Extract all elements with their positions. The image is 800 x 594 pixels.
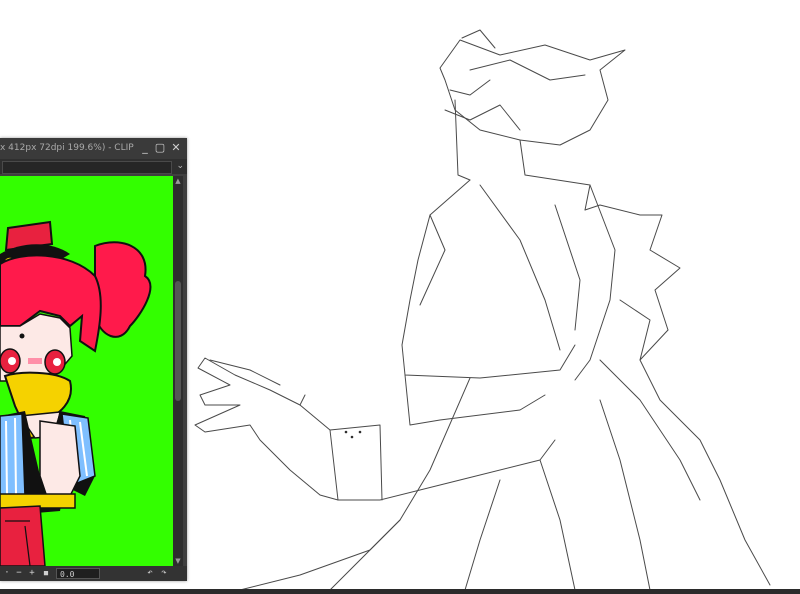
bottom-status-strip	[0, 589, 800, 594]
reference-sub-window[interactable]: x 412px 72dpi 199.6%) - CLIP _ ▢ ✕ ⌄ ▲ ▼…	[0, 138, 187, 581]
zoom-in-button[interactable]: +	[26, 566, 38, 581]
zoom-slider-icon[interactable]: ·	[2, 566, 12, 581]
minimize-icon[interactable]: _	[139, 142, 151, 154]
rotate-right-button[interactable]: ↷	[158, 566, 170, 581]
reference-image-preview[interactable]	[0, 176, 173, 566]
rotate-left-button[interactable]: ↶	[144, 566, 156, 581]
zoom-out-button[interactable]: −	[13, 566, 25, 581]
maximize-icon[interactable]: ▢	[154, 142, 166, 154]
sub-window-title: x 412px 72dpi 199.6%) - CLIP	[0, 143, 134, 153]
arrow-down-icon[interactable]: ▼	[173, 556, 183, 566]
chevron-down-icon[interactable]: ⌄	[176, 159, 184, 174]
sub-window-statusbar: · − + ■ 0.0 ↶ ↷	[0, 566, 187, 581]
sub-window-toolbar: ⌄	[0, 159, 187, 174]
close-icon[interactable]: ✕	[170, 142, 182, 154]
vertical-scrollbar[interactable]: ▲ ▼	[173, 176, 183, 566]
sub-window-titlebar[interactable]: x 412px 72dpi 199.6%) - CLIP _ ▢ ✕	[0, 138, 187, 159]
fit-view-button[interactable]: ■	[40, 566, 52, 581]
character-illustration	[0, 176, 173, 566]
arrow-up-icon[interactable]: ▲	[173, 176, 183, 186]
scrollbar-thumb[interactable]	[175, 281, 181, 401]
image-select-dropdown[interactable]	[2, 161, 172, 174]
zoom-input[interactable]: 0.0	[56, 568, 100, 579]
